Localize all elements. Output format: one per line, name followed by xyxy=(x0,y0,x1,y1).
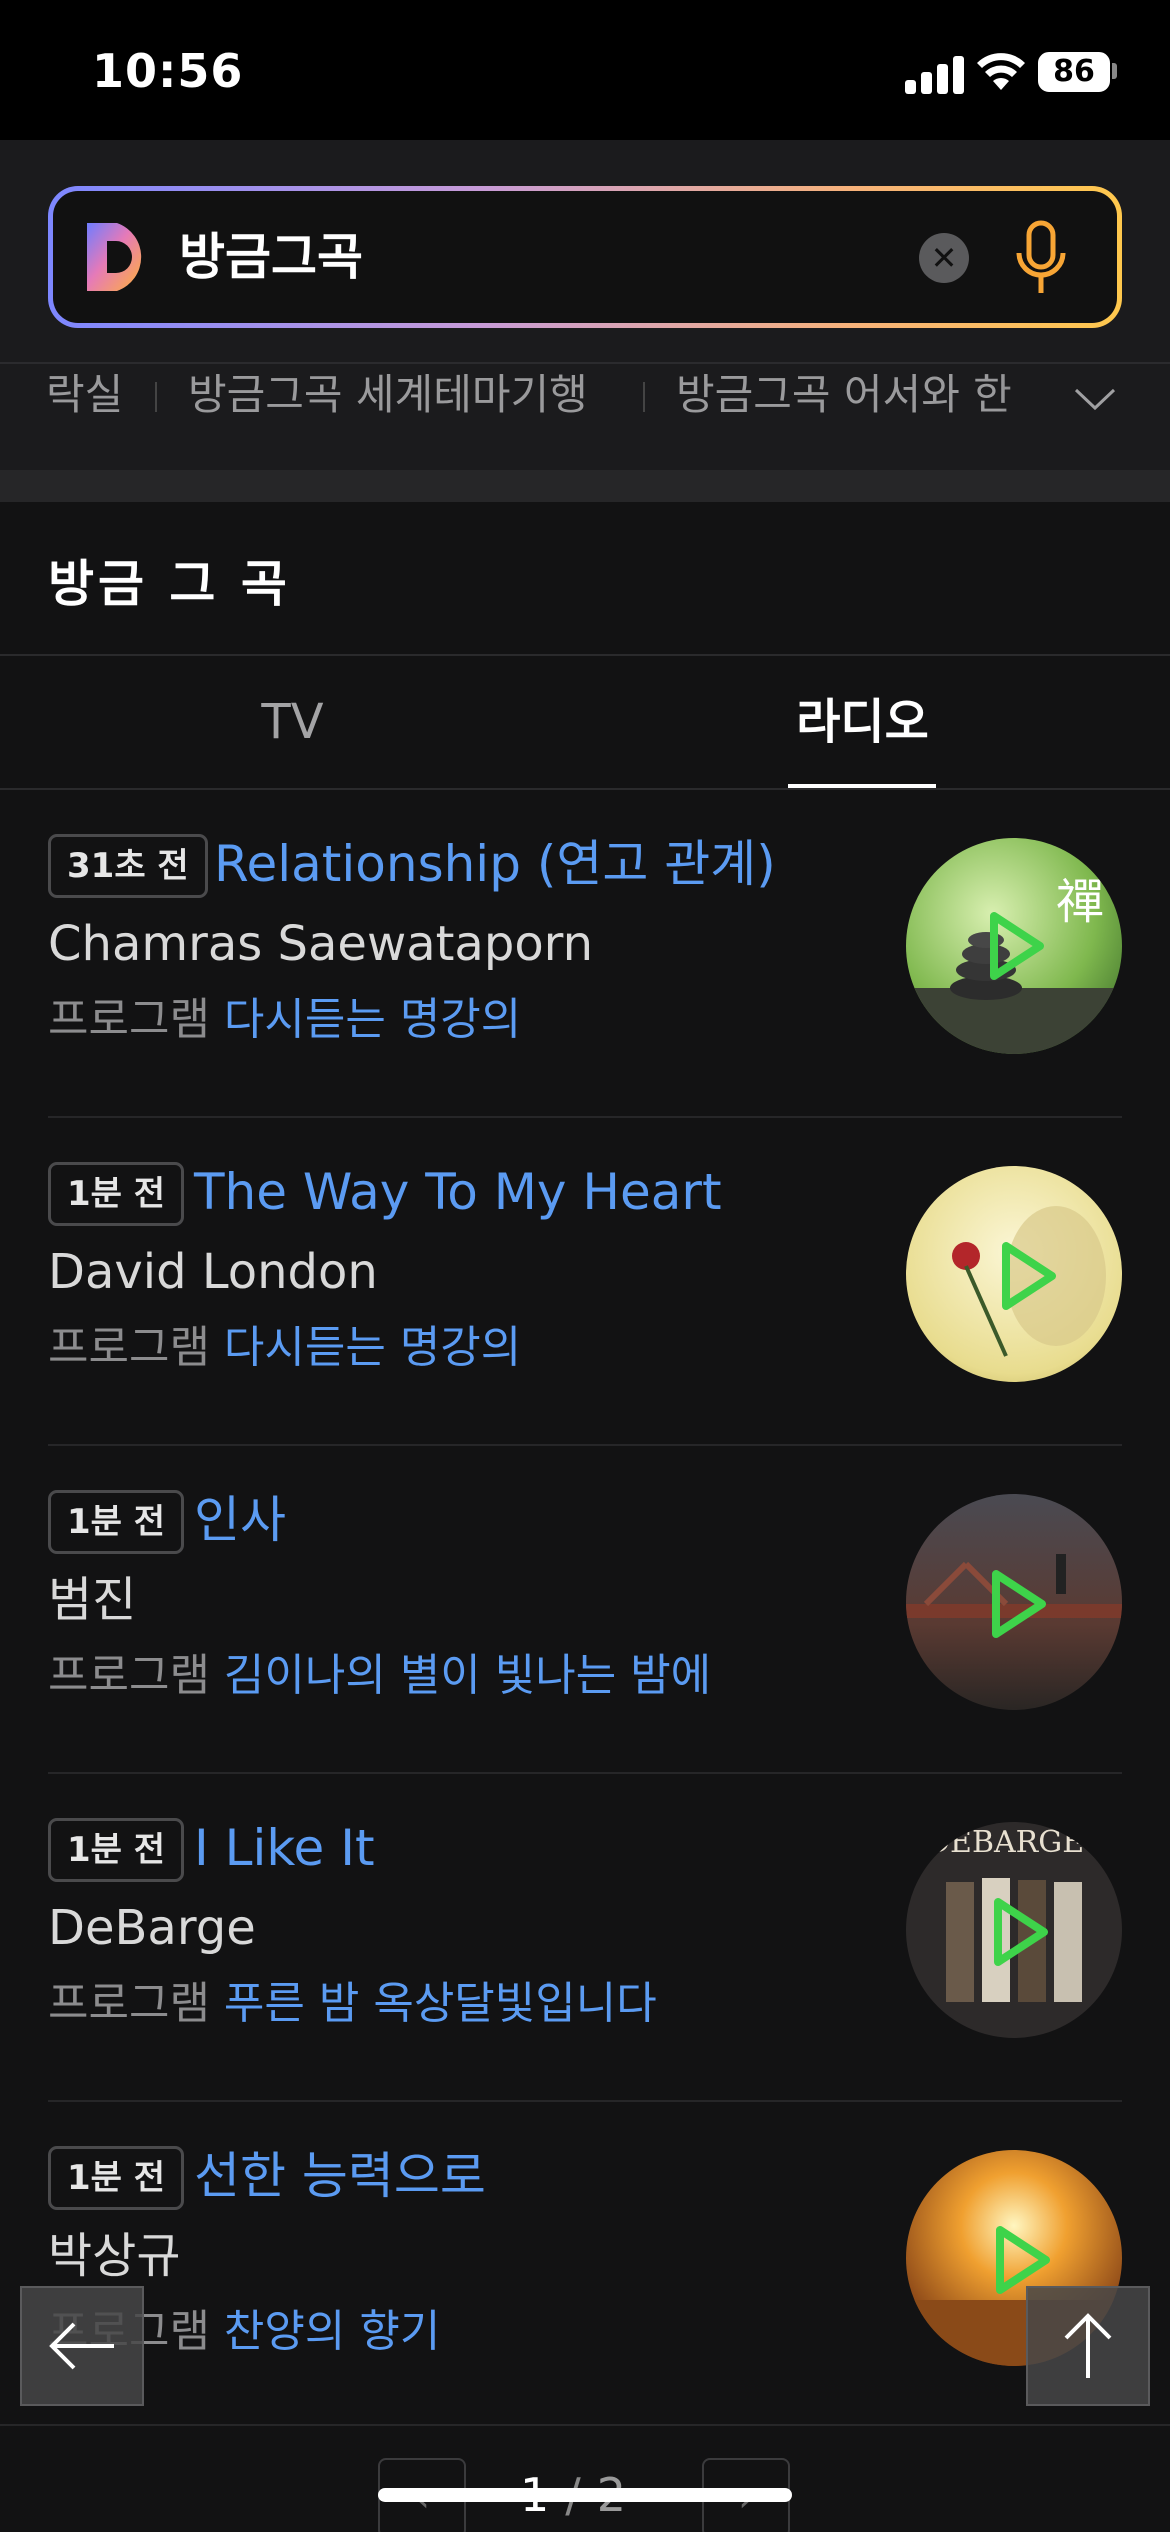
program-link[interactable]: 찬양의 향기 xyxy=(224,2306,440,2357)
svg-text:DEBARGE: DEBARGE xyxy=(926,1825,1084,1860)
cellular-signal-icon xyxy=(905,54,965,94)
song-title[interactable]: 인사 xyxy=(194,1484,286,1556)
chip-divider xyxy=(643,382,645,412)
status-time: 10:56 xyxy=(92,44,244,98)
section-divider xyxy=(0,470,1170,502)
song-title[interactable]: Relationship (연고 관계) xyxy=(214,828,776,900)
search-box[interactable]: 방금그곡 ✕ xyxy=(48,186,1122,328)
program-link[interactable]: 다시듣는 명강의 xyxy=(224,994,521,1045)
artist-name: Chamras Saewataporn xyxy=(48,916,593,972)
program-line: 프로그램 다시듣는 명강의 xyxy=(48,1316,521,1380)
tab-tv[interactable]: TV xyxy=(0,656,585,788)
program-label: 프로그램 xyxy=(48,994,210,1045)
arrow-left-icon xyxy=(49,2322,114,2370)
song-title[interactable]: 선한 능력으로 xyxy=(194,2140,486,2212)
list-item[interactable]: 1분 전 The Way To My Heart David London 프로… xyxy=(48,1120,1122,1446)
program-link[interactable]: 김이나의 별이 빛나는 밤에 xyxy=(224,1650,711,1701)
album-art-thumbnail[interactable]: 禪 xyxy=(906,838,1122,1054)
battery-icon xyxy=(1112,63,1117,79)
microphone-icon[interactable] xyxy=(1013,219,1069,299)
artist-name: DeBarge xyxy=(48,1900,256,1956)
arrow-up-icon xyxy=(1064,2313,1112,2378)
artist-name: David London xyxy=(48,1244,378,1300)
time-badge: 1분 전 xyxy=(48,1162,185,1226)
clear-search-button[interactable]: ✕ xyxy=(919,233,969,283)
program-link[interactable]: 푸른 밤 옥상달빛입니다 xyxy=(224,1978,657,2029)
search-input[interactable]: 방금그곡 xyxy=(179,223,363,291)
related-search-chip[interactable]: 락실 xyxy=(46,364,123,426)
status-bar: 10:56 86 xyxy=(0,0,1170,140)
related-search-chip[interactable]: 방금그곡 세계테마기행 xyxy=(188,364,588,426)
tab-radio[interactable]: 라디오 xyxy=(570,656,1155,788)
time-badge: 1분 전 xyxy=(48,1490,185,1554)
time-badge: 1분 전 xyxy=(48,1818,185,1882)
song-title[interactable]: The Way To My Heart xyxy=(194,1156,722,1228)
svg-text:禪: 禪 xyxy=(1056,874,1104,930)
program-link[interactable]: 다시듣는 명강의 xyxy=(224,1322,521,1373)
time-badge: 1분 전 xyxy=(48,2146,185,2210)
chevron-down-icon[interactable] xyxy=(1072,378,1118,418)
list-item[interactable]: 1분 전 선한 능력으로 박상규 프로그램찬양의 향기 xyxy=(48,2104,1122,2430)
home-indicator[interactable] xyxy=(378,2488,792,2502)
back-button[interactable] xyxy=(20,2286,144,2406)
daum-logo-icon xyxy=(87,223,142,291)
program-label: 프로그램 xyxy=(48,1650,210,1701)
song-title[interactable]: I Like It xyxy=(194,1812,375,1884)
pagination: ‹ 1/2 › xyxy=(0,2424,1170,2532)
artist-name: 범진 xyxy=(48,1572,137,1628)
related-search-chip[interactable]: 방금그곡 어서와 한 xyxy=(676,364,1012,426)
album-art-thumbnail[interactable] xyxy=(906,1166,1122,1382)
program-line: 프로그램 김이나의 별이 빛나는 밤에 xyxy=(48,1644,711,1708)
battery-level: 86 xyxy=(1038,52,1110,92)
recent-song-section: 방금 그 곡 TV 라디오 31초 전 Relationship (연고 관계)… xyxy=(0,502,1170,2532)
album-art-thumbnail[interactable] xyxy=(906,1494,1122,1710)
scroll-top-button[interactable] xyxy=(1026,2286,1150,2406)
wifi-icon xyxy=(977,53,1025,90)
time-badge: 31초 전 xyxy=(48,834,208,898)
chip-divider xyxy=(155,382,157,412)
list-item[interactable]: 1분 전 인사 범진 프로그램 김이나의 별이 빛나는 밤에 xyxy=(48,1448,1122,1774)
program-line: 프로그램 푸른 밤 옥상달빛입니다 xyxy=(48,1972,657,2036)
related-searches: 락실 방금그곡 세계테마기행 방금그곡 어서와 한 xyxy=(0,362,1170,462)
album-art-thumbnail[interactable]: DEBARGE xyxy=(906,1822,1122,2038)
program-label: 프로그램 xyxy=(48,1978,210,2029)
program-line: 프로그램 다시듣는 명강의 xyxy=(48,988,521,1052)
tab-bar: TV 라디오 xyxy=(0,654,1170,790)
list-item[interactable]: 31초 전 Relationship (연고 관계) Chamras Saewa… xyxy=(48,792,1122,1118)
list-item[interactable]: 1분 전 I Like It DeBarge 프로그램 푸른 밤 옥상달빛입니다 … xyxy=(48,1776,1122,2102)
section-title: 방금 그 곡 xyxy=(48,555,291,613)
artist-name: 박상규 xyxy=(48,2228,181,2284)
program-label: 프로그램 xyxy=(48,1322,210,1373)
active-tab-indicator xyxy=(788,784,936,788)
